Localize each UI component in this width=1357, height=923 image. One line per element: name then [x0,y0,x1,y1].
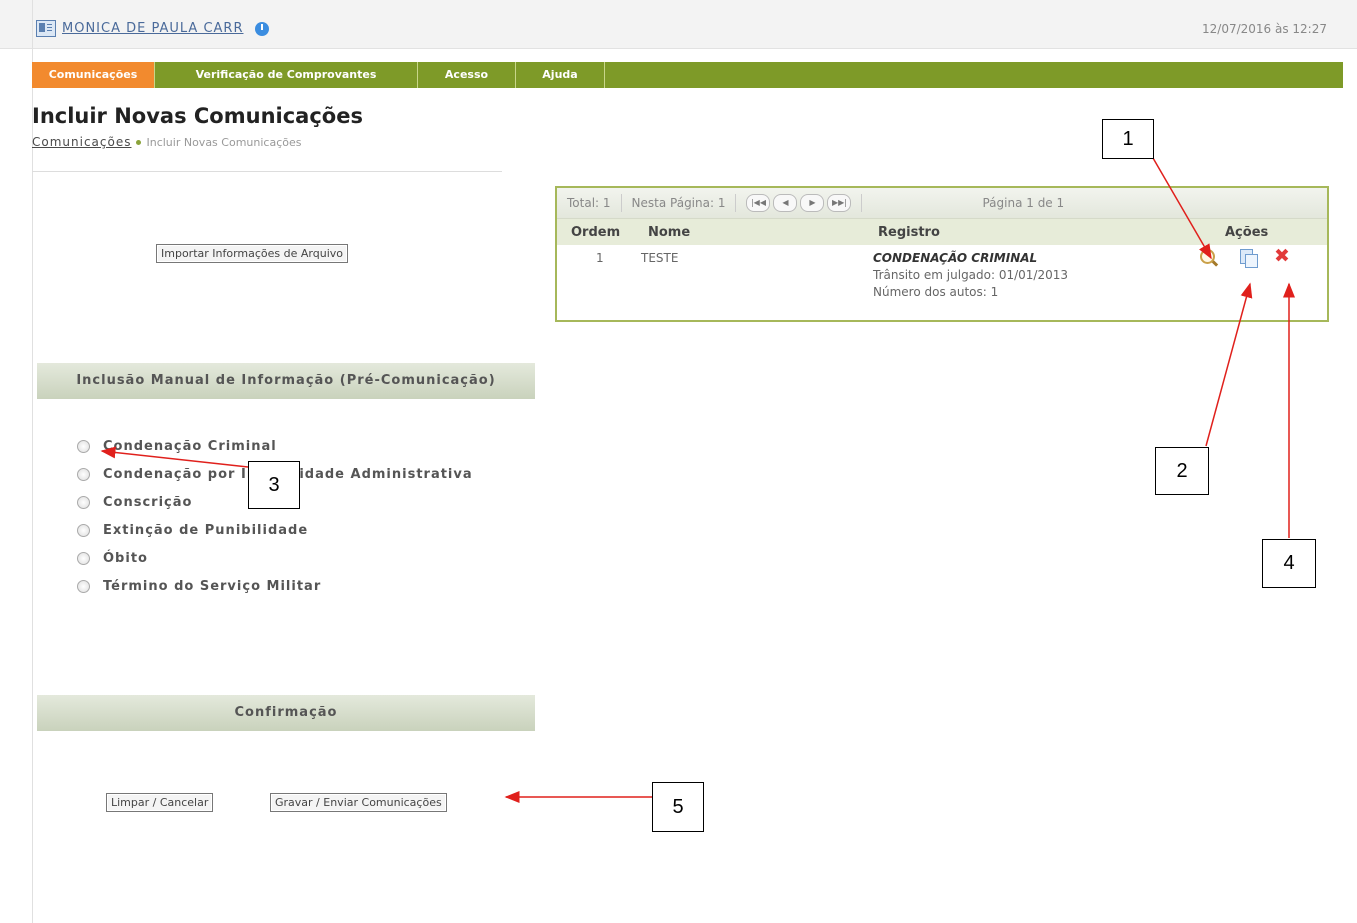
main-nav: Comunicações Verificação de Comprovantes… [32,62,1343,88]
option-label: Óbito [103,550,148,566]
communications-grid: Total: 1 Nesta Página: 1 |◀◀ ◀ ▶ ▶▶| Pág… [555,186,1329,322]
copy-icon[interactable] [1240,249,1258,268]
manual-inclusion-header: Inclusão Manual de Informação (Pré-Comun… [37,363,535,399]
table-row: 1 TESTE CONDENAÇÃO CRIMINAL Trânsito em … [557,245,1327,317]
row-registro-transito: Trânsito em julgado: 01/01/2013 [873,268,1069,282]
clear-cancel-button[interactable]: Limpar / Cancelar [106,793,214,812]
grid-header-row: Ordem Nome Registro Ações [557,219,1327,245]
radio-button[interactable] [77,439,90,453]
callout-4: 4 [1262,539,1316,588]
row-ordem: 1 [596,251,604,265]
option-obito[interactable]: Óbito [77,544,473,572]
tab-verificacao-comprovantes[interactable]: Verificação de Comprovantes [155,62,418,88]
option-label: Término do Serviço Militar [103,578,322,594]
next-page-button[interactable]: ▶ [800,194,825,212]
tab-comunicacoes[interactable]: Comunicações [32,62,155,88]
import-file-button[interactable]: Importar Informações de Arquivo [156,244,348,263]
first-page-button[interactable]: |◀◀ [746,194,771,212]
radio-button[interactable] [77,551,90,565]
magnifier-icon[interactable] [1200,249,1215,264]
radio-button[interactable] [77,523,90,537]
page-info: Página 1 de 1 [982,196,1065,210]
option-extincao-punibilidade[interactable]: Extinção de Punibilidade [77,516,473,544]
callout-1: 1 [1102,119,1154,159]
datetime-label: 12/07/2016 às 12:27 [1202,22,1327,36]
tab-ajuda[interactable]: Ajuda [516,62,605,88]
confirmation-header: Confirmação [37,695,535,731]
row-nome: TESTE [641,251,679,265]
breadcrumb-separator [136,139,142,145]
breadcrumb-current: Incluir Novas Comunicações [146,135,302,149]
breadcrumb-link-comunicacoes[interactable]: Comunicações [32,135,131,149]
user-card-icon [36,20,56,37]
breadcrumb-divider [32,171,502,172]
power-icon[interactable] [255,21,270,36]
option-label: Condenação Criminal [103,438,277,454]
row-registro-autos: Número dos autos: 1 [873,285,999,299]
callout-2: 2 [1155,447,1209,495]
pager: |◀◀ ◀ ▶ ▶▶| [736,194,863,212]
save-send-button[interactable]: Gravar / Enviar Comunicações [270,793,447,812]
column-acoes: Ações [1225,224,1269,240]
user-name-link[interactable]: MONICA DE PAULA CARR [62,21,243,36]
grid-total: Total: 1 [557,194,622,212]
tab-acesso[interactable]: Acesso [418,62,516,88]
last-page-button[interactable]: ▶▶| [827,194,852,212]
prev-page-button[interactable]: ◀ [773,194,798,212]
option-label: Conscrição [103,494,193,510]
page-title: Incluir Novas Comunicações [32,104,363,128]
column-ordem: Ordem [571,224,621,240]
option-condenacao-criminal[interactable]: Condenação Criminal [77,432,473,460]
breadcrumb: Comunicações Incluir Novas Comunicações [32,135,301,149]
row-registro-title: CONDENAÇÃO CRIMINAL [873,251,1038,265]
grid-toolbar: Total: 1 Nesta Página: 1 |◀◀ ◀ ▶ ▶▶| Pág… [557,188,1327,219]
option-termino-servico-militar[interactable]: Término do Serviço Militar [77,572,473,600]
callout-5: 5 [652,782,704,832]
option-label: Extinção de Punibilidade [103,522,309,538]
communication-type-options: Condenação Criminal Condenação por Impro… [77,432,473,600]
callout-3: 3 [248,461,300,509]
user-area: MONICA DE PAULA CARR [36,20,270,37]
column-registro: Registro [878,224,940,240]
radio-button[interactable] [77,579,90,593]
column-nome: Nome [648,224,691,240]
radio-button[interactable] [77,495,90,509]
delete-icon[interactable]: ✖ [1274,247,1290,266]
grid-page-count: Nesta Página: 1 [622,194,737,212]
radio-button[interactable] [77,467,90,481]
